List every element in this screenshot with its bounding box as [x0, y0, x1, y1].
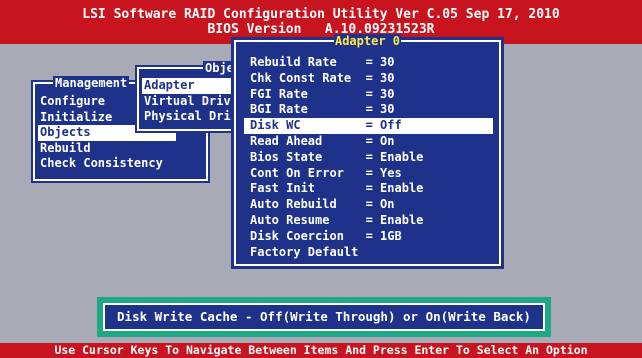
menu-item-adapter[interactable]: Adapter — [142, 78, 246, 94]
menu-item-virtual-drives[interactable]: Virtual Driv — [142, 94, 246, 110]
setting-rebuild-rate[interactable]: Rebuild Rate = 30 — [244, 55, 493, 71]
management-menu-header: Management — [53, 76, 130, 90]
setting-factory-default[interactable]: Factory Default — [244, 245, 493, 261]
setting-fgi-rate[interactable]: FGI Rate = 30 — [244, 87, 493, 103]
menu-item-check-consistency[interactable]: Check Consistency — [38, 156, 202, 172]
setting-disk-coercion[interactable]: Disk Coercion = 1GB — [244, 229, 493, 245]
setting-disk-wc[interactable]: Disk WC = Off — [244, 118, 493, 134]
setting-chk-const-rate[interactable]: Chk Const Rate = 30 — [244, 71, 493, 87]
objects-menu-header: Obje — [203, 61, 236, 75]
help-panel: Disk Write Cache - Off(Write Through) or… — [97, 297, 551, 337]
adapter-settings-menu: Adapter 0 Rebuild Rate = 30 Chk Const Ra… — [231, 34, 504, 269]
menu-item-physical-drives[interactable]: Physical Dri — [142, 109, 246, 125]
app-title: LSI Software RAID Configuration Utility … — [82, 7, 560, 22]
setting-auto-resume[interactable]: Auto Resume = Enable — [244, 213, 493, 229]
setting-read-ahead[interactable]: Read Ahead = On — [244, 134, 493, 150]
setting-auto-rebuild[interactable]: Auto Rebuild = On — [244, 197, 493, 213]
menu-item-rebuild[interactable]: Rebuild — [38, 141, 202, 157]
setting-bgi-rate[interactable]: BGI Rate = 30 — [244, 102, 493, 118]
adapter-menu-header: Adapter 0 — [333, 34, 402, 48]
help-text: Disk Write Cache - Off(Write Through) or… — [103, 303, 545, 331]
setting-fast-init[interactable]: Fast Init = Enable — [244, 181, 493, 197]
setting-bios-state[interactable]: Bios State = Enable — [244, 150, 493, 166]
status-bar: Use Cursor Keys To Navigate Between Item… — [0, 343, 642, 358]
setting-cont-on-error[interactable]: Cont On Error = Yes — [244, 166, 493, 182]
